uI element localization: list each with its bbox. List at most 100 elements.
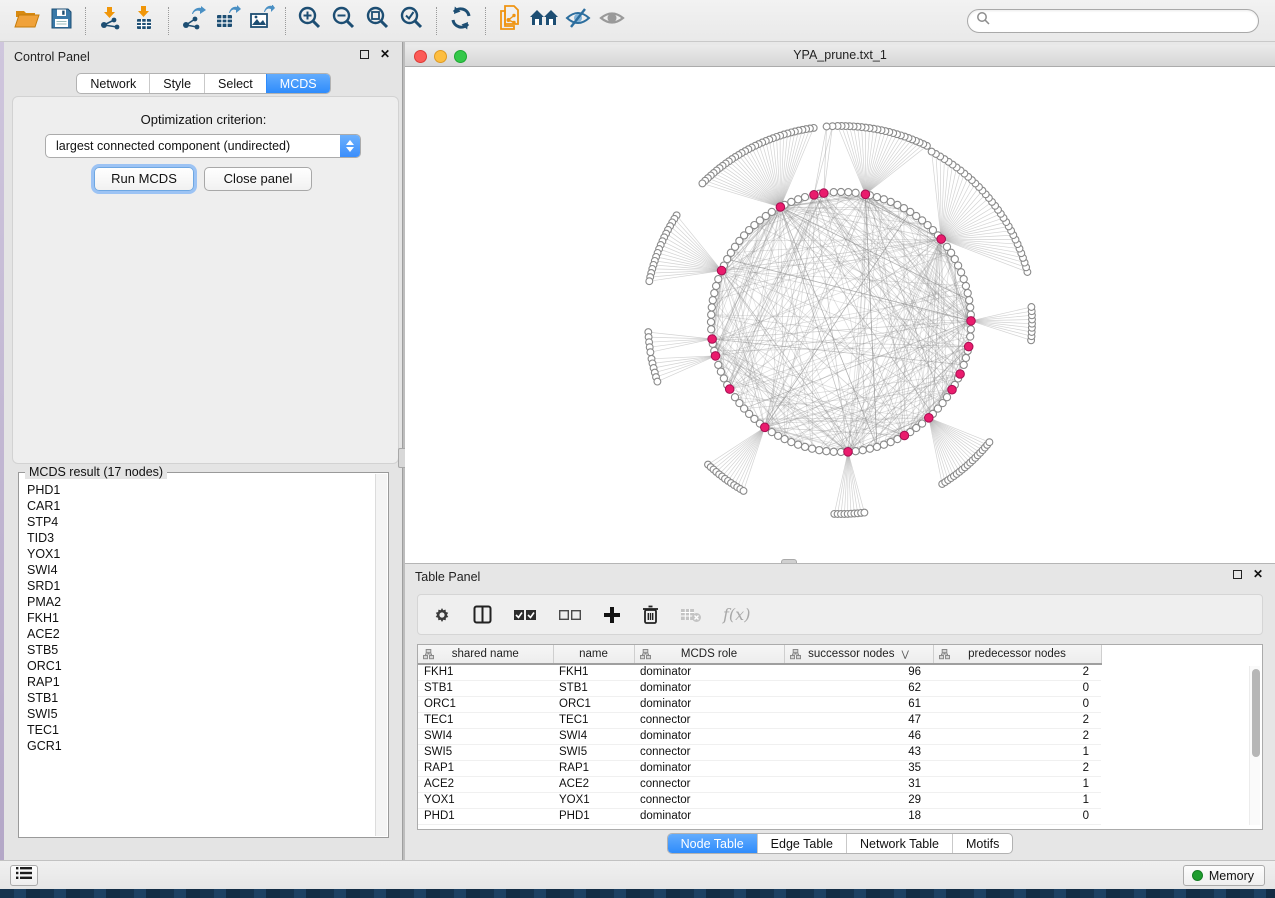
mcds-result-item[interactable]: CAR1: [27, 498, 374, 514]
result-scrollbar-track[interactable]: [375, 474, 387, 836]
table-cell: 0: [933, 696, 1101, 712]
table-cell: FKH1: [418, 664, 553, 680]
import-table-button[interactable]: [127, 5, 161, 37]
tab-node-table[interactable]: Node Table: [668, 834, 757, 853]
mcds-result-item[interactable]: YOX1: [27, 546, 374, 562]
select-all-button[interactable]: [513, 602, 537, 628]
criterion-dropdown[interactable]: largest connected component (undirected): [45, 134, 361, 158]
tab-motifs[interactable]: Motifs: [952, 834, 1012, 853]
zoom-fit-button[interactable]: [361, 5, 395, 37]
network-window-titlebar[interactable]: YPA_prune.txt_1: [405, 45, 1275, 67]
table-row[interactable]: RAP1RAP1dominator352: [418, 760, 1101, 776]
mcds-result-item[interactable]: ACE2: [27, 626, 374, 642]
deselect-all-button[interactable]: [558, 602, 582, 628]
mcds-result-item[interactable]: PHD1: [27, 482, 374, 498]
tab-edge-table[interactable]: Edge Table: [757, 834, 846, 853]
close-window-button[interactable]: [414, 50, 427, 63]
share-document-button[interactable]: [493, 5, 527, 37]
export-table-button[interactable]: [210, 5, 244, 37]
minimize-window-button[interactable]: [434, 50, 447, 63]
column-header-name[interactable]: name: [553, 645, 634, 664]
float-panel-icon[interactable]: [1233, 570, 1242, 579]
table-row[interactable]: YOX1YOX1connector291: [418, 792, 1101, 808]
zoom-in-button[interactable]: [293, 5, 327, 37]
close-panel-icon[interactable]: ✕: [1253, 570, 1263, 579]
mcds-result-item[interactable]: SWI4: [27, 562, 374, 578]
export-image-button[interactable]: [244, 5, 278, 37]
delete-table-button-disabled[interactable]: [680, 602, 702, 628]
table-row[interactable]: STB1STB1dominator620: [418, 680, 1101, 696]
table-scrollbar-thumb[interactable]: [1252, 669, 1260, 757]
run-mcds-button[interactable]: Run MCDS: [94, 167, 194, 191]
mcds-result-item[interactable]: RAP1: [27, 674, 374, 690]
table-row[interactable]: ACE2ACE2connector311: [418, 776, 1101, 792]
import-network-button[interactable]: [93, 5, 127, 37]
close-panel-button[interactable]: Close panel: [204, 167, 312, 191]
delete-column-button[interactable]: [642, 602, 659, 628]
table-row[interactable]: SWI4SWI4dominator462: [418, 728, 1101, 744]
table-scrollbar-track[interactable]: [1249, 666, 1260, 825]
list-icon: [15, 866, 33, 885]
mcds-result-item[interactable]: TEC1: [27, 722, 374, 738]
home-networks-button[interactable]: [527, 5, 561, 37]
table-row[interactable]: TEC1TEC1connector472: [418, 712, 1101, 728]
node-table: shared namenameMCDS rolesuccessor nodes⋁…: [417, 644, 1263, 830]
memory-button[interactable]: Memory: [1183, 865, 1265, 886]
save-icon: [49, 6, 73, 35]
table-cell: connector: [634, 792, 784, 808]
tab-network[interactable]: Network: [77, 74, 149, 93]
tab-network-table[interactable]: Network Table: [846, 834, 952, 853]
main-toolbar: [0, 0, 1275, 42]
hide-graphics-button[interactable]: [561, 5, 595, 37]
attribute-tree-icon: [939, 649, 950, 660]
task-history-button[interactable]: [10, 865, 38, 886]
mcds-result-item[interactable]: SWI5: [27, 706, 374, 722]
mcds-result-item[interactable]: PMA2: [27, 594, 374, 610]
table-settings-button[interactable]: [432, 602, 452, 628]
column-header-successor-nodes[interactable]: successor nodes⋁: [784, 645, 933, 664]
table-cell: 2: [933, 728, 1101, 744]
float-panel-icon[interactable]: [360, 50, 369, 59]
mcds-result-item[interactable]: STB1: [27, 690, 374, 706]
mcds-result-item[interactable]: STP4: [27, 514, 374, 530]
table-cell: 96: [784, 664, 933, 680]
table-cell: SWI4: [553, 728, 634, 744]
column-header-mcds-role[interactable]: MCDS role: [634, 645, 784, 664]
mcds-result-item[interactable]: TID3: [27, 530, 374, 546]
table-row[interactable]: PHD1PHD1dominator180: [418, 808, 1101, 824]
export-table-icon: [214, 5, 241, 36]
function-builder-button-disabled[interactable]: f(x): [723, 605, 750, 624]
close-panel-icon[interactable]: ✕: [380, 50, 390, 59]
zoom-selected-button[interactable]: [395, 5, 429, 37]
search-input[interactable]: [991, 11, 1258, 31]
mcds-result-item[interactable]: FKH1: [27, 610, 374, 626]
table-cell: dominator: [634, 696, 784, 712]
table-cell: 43: [784, 744, 933, 760]
tab-style[interactable]: Style: [149, 74, 204, 93]
column-header-shared-name[interactable]: shared name: [418, 645, 553, 664]
show-graphics-button[interactable]: [595, 5, 629, 37]
tab-select[interactable]: Select: [204, 74, 266, 93]
table-row[interactable]: FKH1FKH1dominator962: [418, 664, 1101, 680]
table-panel-title: Table Panel: [415, 570, 480, 584]
network-graph-canvas[interactable]: [405, 67, 1275, 563]
save-session-button[interactable]: [44, 5, 78, 37]
table-row[interactable]: ORC1ORC1dominator610: [418, 696, 1101, 712]
tab-mcds[interactable]: MCDS: [266, 74, 330, 93]
mcds-result-item[interactable]: SRD1: [27, 578, 374, 594]
zoom-out-button[interactable]: [327, 5, 361, 37]
export-network-button[interactable]: [176, 5, 210, 37]
eye-slash-icon: [564, 6, 592, 35]
add-column-button[interactable]: [603, 602, 621, 628]
column-header-predecessor-nodes[interactable]: predecessor nodes: [933, 645, 1101, 664]
show-column-panel-button[interactable]: [473, 602, 492, 628]
toolbar-separator: [436, 7, 437, 35]
mcds-result-item[interactable]: ORC1: [27, 658, 374, 674]
mcds-result-item[interactable]: GCR1: [27, 738, 374, 754]
refresh-button[interactable]: [444, 5, 478, 37]
mcds-result-item[interactable]: STB5: [27, 642, 374, 658]
table-cell: dominator: [634, 760, 784, 776]
open-file-button[interactable]: [10, 5, 44, 37]
table-row[interactable]: SWI5SWI5connector431: [418, 744, 1101, 760]
maximize-window-button[interactable]: [454, 50, 467, 63]
